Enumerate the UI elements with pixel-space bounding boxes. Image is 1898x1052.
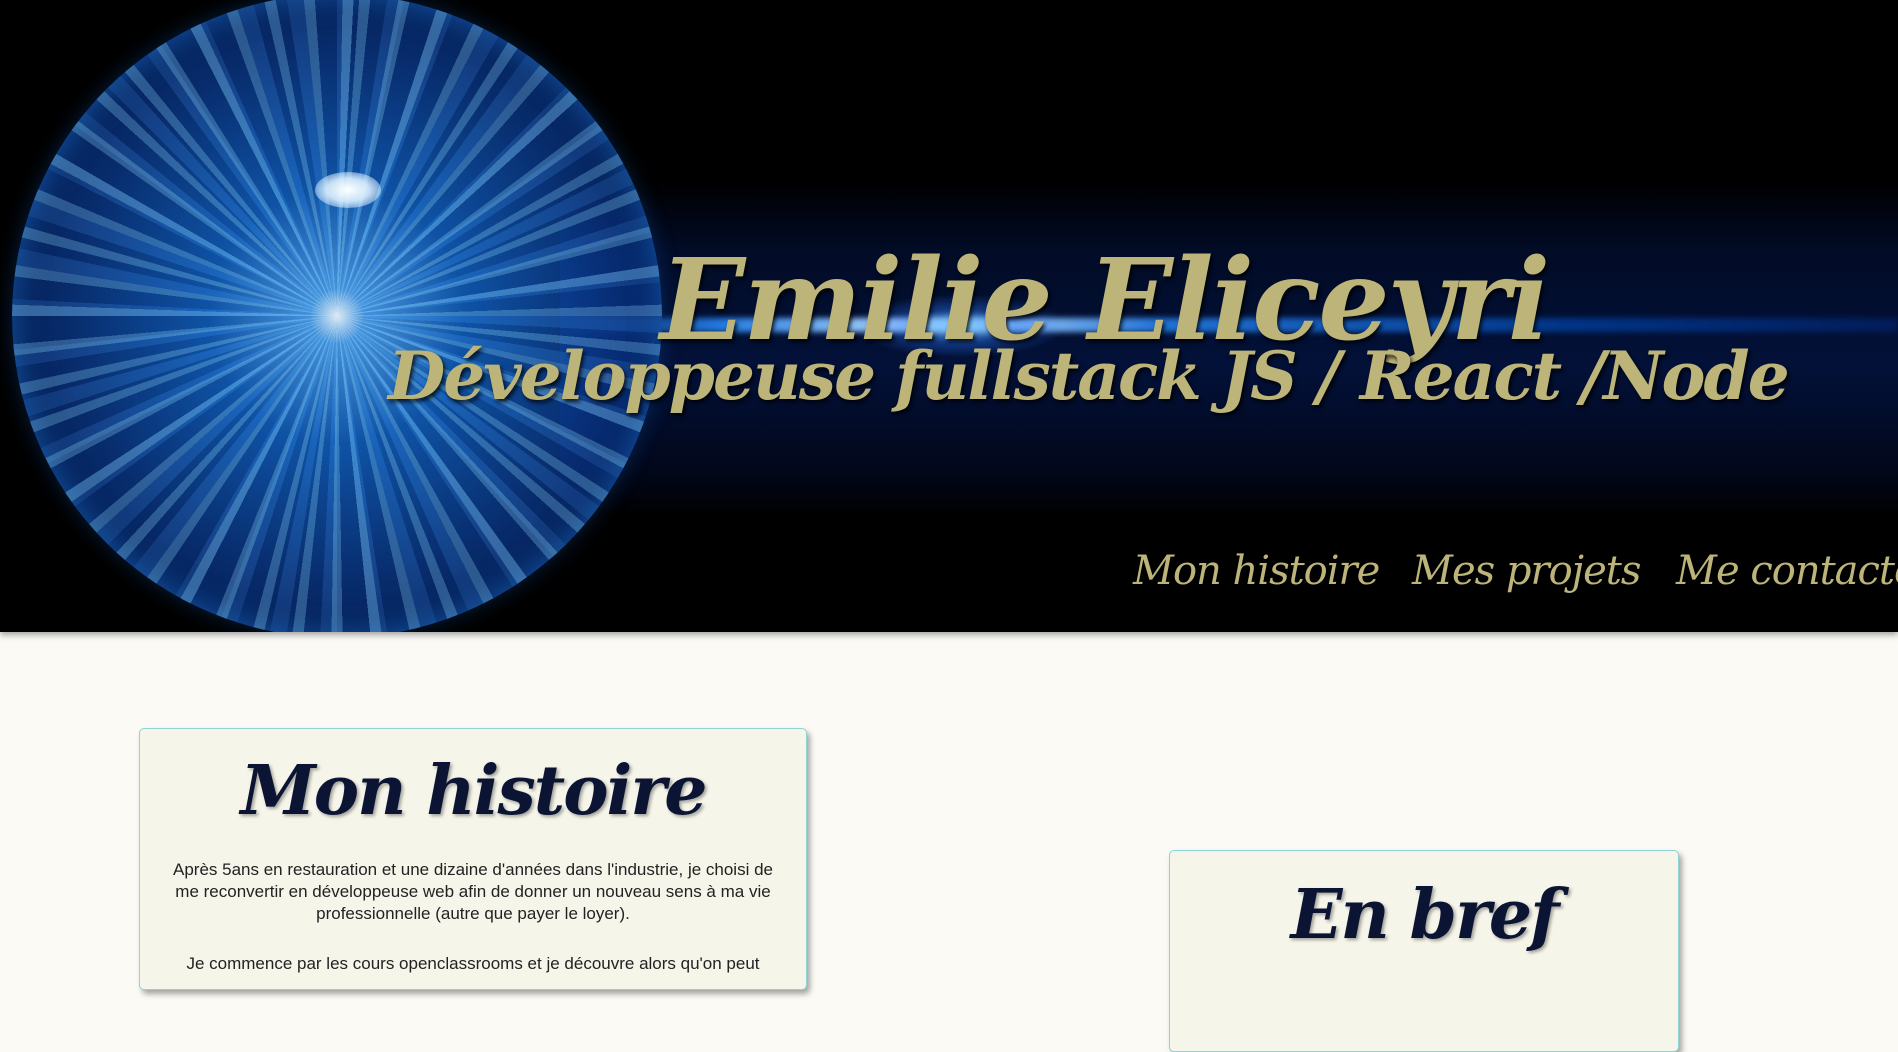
bref-card: En bref [1169, 850, 1679, 1052]
orb-highlight [315, 172, 381, 208]
main-nav: Mon histoire Mes projets Me contacter [0, 548, 1898, 608]
orb-rays [12, 0, 662, 632]
histoire-paragraph-2: Je commence par les cours openclassrooms… [186, 954, 760, 973]
nav-link-mes-projets[interactable]: Mes projets [1412, 548, 1641, 594]
histoire-paragraph: Après 5ans en restauration et une dizain… [173, 860, 773, 923]
nav-link-me-contacter[interactable]: Me contacter [1676, 548, 1898, 594]
hero-banner: Emilie Eliceyri Développeuse fullstack J… [0, 0, 1898, 632]
histoire-title: Mon histoire [240, 751, 708, 831]
nav-link-mon-histoire[interactable]: Mon histoire [1133, 548, 1380, 594]
histoire-card: Mon histoire Après 5ans en restauration … [139, 728, 807, 990]
bref-title: En bref [1290, 875, 1560, 955]
site-subtitle: Développeuse fullstack JS / React /Node [388, 337, 1790, 415]
